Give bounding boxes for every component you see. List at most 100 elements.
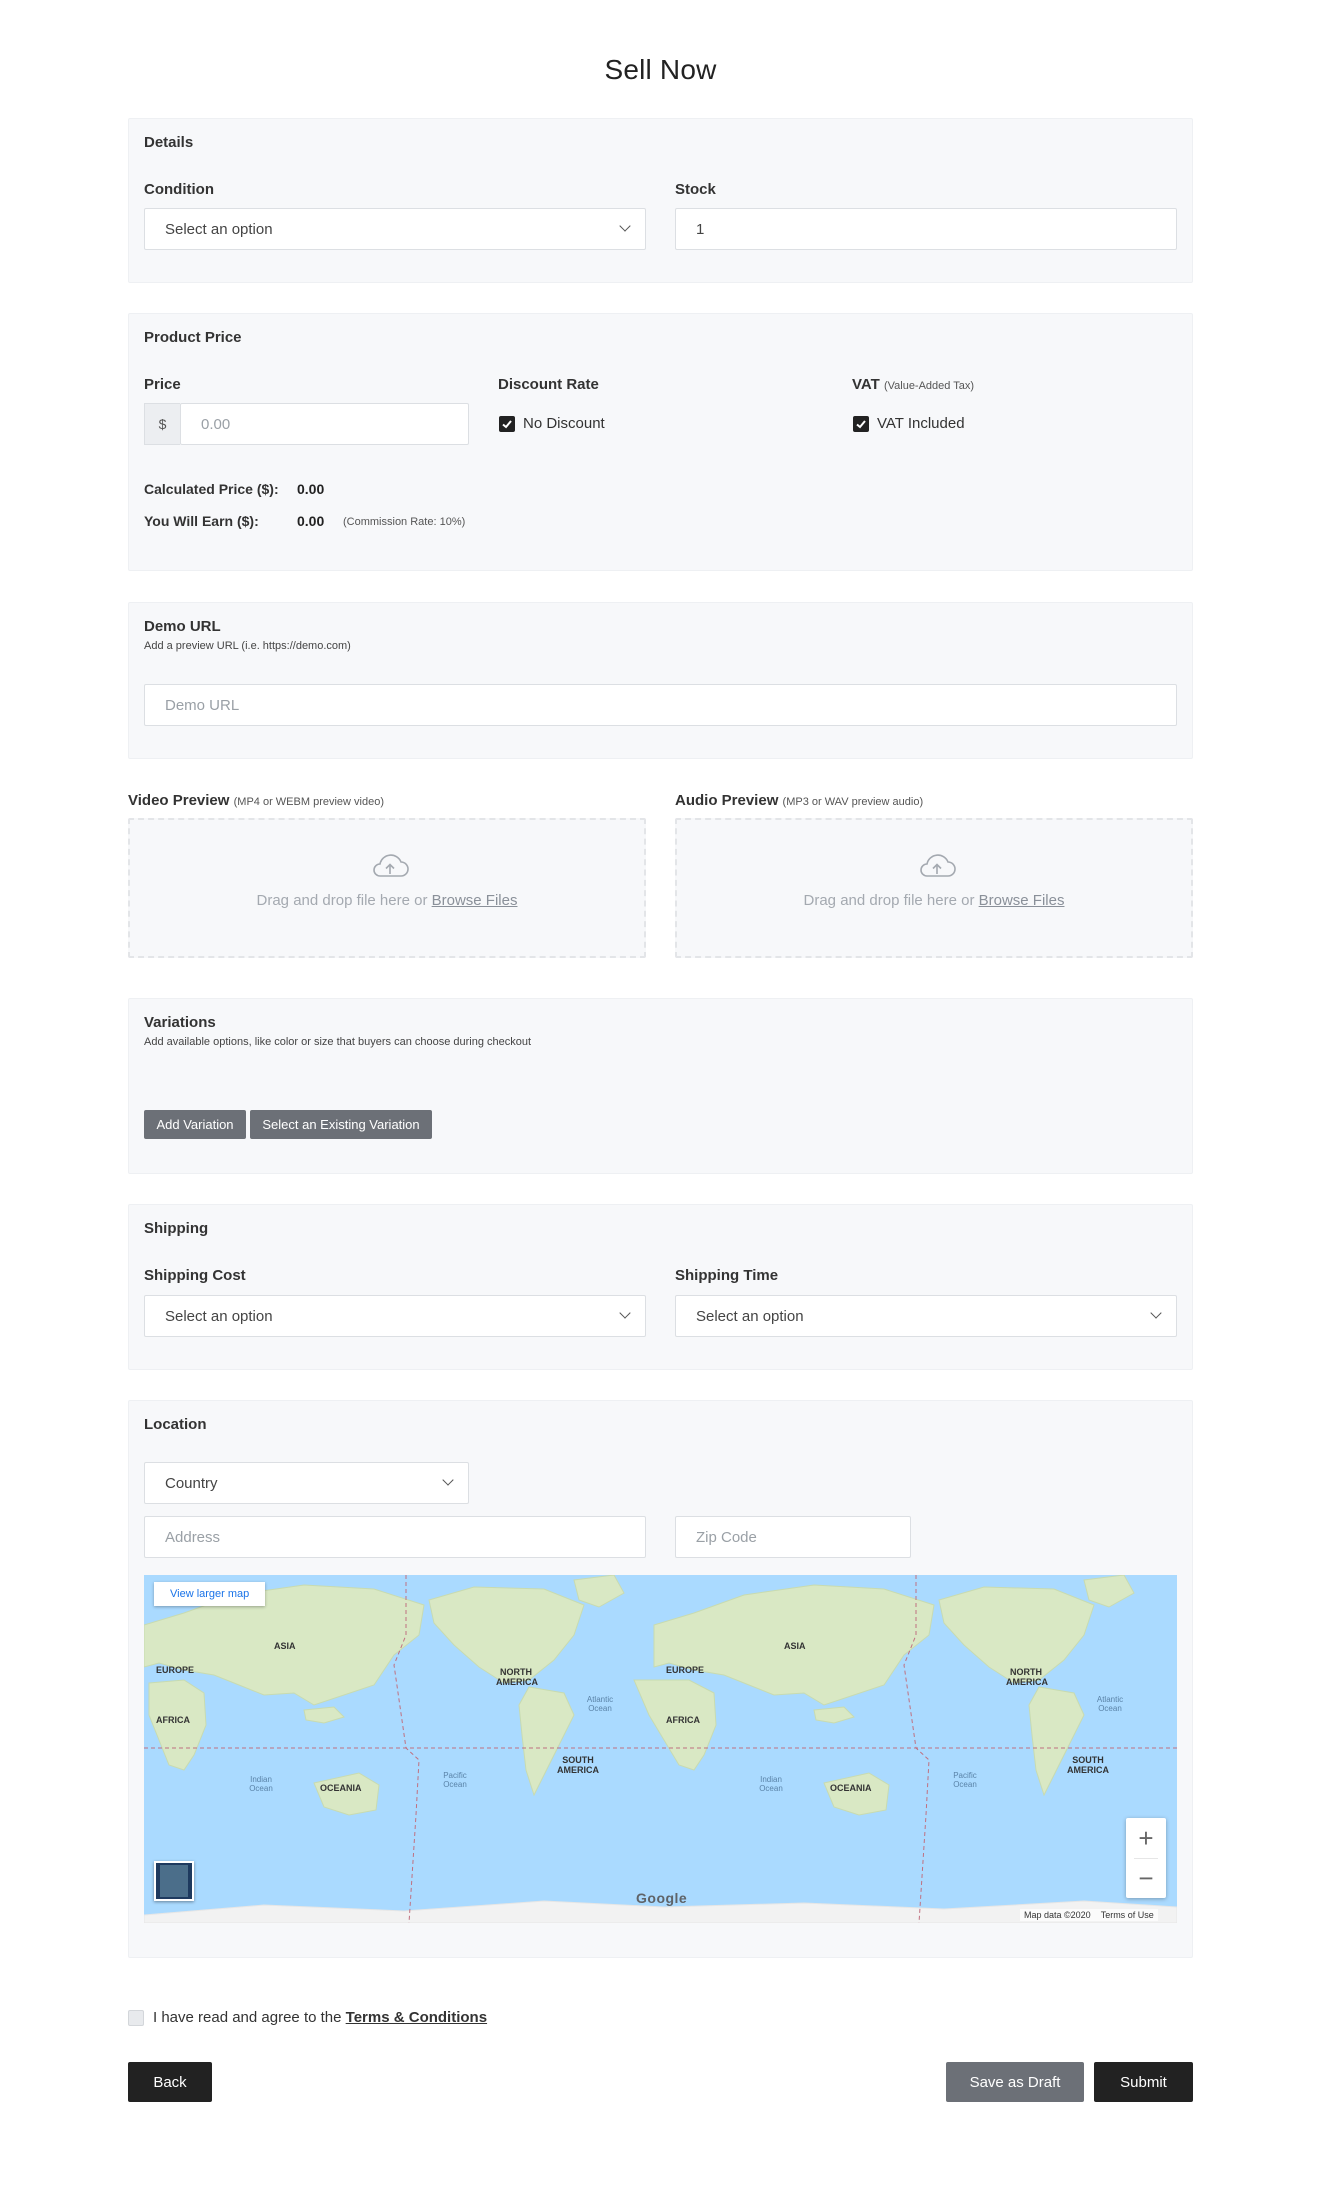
video-preview-note: (MP4 or WEBM preview video) — [233, 796, 384, 808]
ocean-label-atlantic: Atlantic Ocean — [1096, 1695, 1124, 1713]
currency-prefix: $ — [144, 403, 180, 445]
country-select[interactable]: Country — [144, 1462, 469, 1504]
shipping-card — [128, 1204, 1193, 1370]
cloud-upload-icon — [370, 852, 410, 885]
video-dropzone[interactable]: Drag and drop file here or Browse Files — [128, 818, 646, 958]
map-label-asia: ASIA — [784, 1641, 806, 1651]
shipping-time-select[interactable]: Select an option — [675, 1295, 1177, 1337]
map-label-oceania: OCEANIA — [830, 1783, 872, 1793]
video-drop-instruction: Drag and drop file here or — [256, 892, 432, 909]
terms-checkbox[interactable] — [128, 2009, 144, 2026]
chevron-down-icon — [442, 1474, 454, 1486]
terms-label: I have read and agree to the — [153, 2009, 346, 2026]
vat-label: VAT (Value-Added Tax) — [852, 376, 974, 393]
page-title: Sell Now — [604, 54, 717, 85]
condition-label: Condition — [144, 181, 214, 198]
stock-input-value: 1 — [696, 220, 705, 238]
calculated-price-value: 0.00 — [297, 481, 325, 497]
demo-url-placeholder: Demo URL — [165, 696, 240, 714]
map-label-oceania: OCEANIA — [320, 1783, 362, 1793]
audio-drop-instruction: Drag and drop file here or — [803, 892, 979, 909]
map-label-north-america: NORTH AMERICA — [1006, 1667, 1048, 1687]
discount-rate-label: Discount Rate — [498, 376, 599, 393]
map-label-north-america: NORTH AMERICA — [496, 1667, 538, 1687]
calculated-price-label: Calculated Price ($): — [144, 481, 279, 497]
shipping-cost-value: Select an option — [165, 1307, 273, 1325]
details-title: Details — [144, 134, 194, 151]
audio-drop-text: Drag and drop file here or Browse Files — [677, 892, 1191, 909]
zoom-out-button[interactable]: − — [1126, 1858, 1166, 1898]
earn-value: 0.00 — [297, 513, 325, 529]
audio-browse-files-link[interactable]: Browse Files — [979, 892, 1065, 909]
map-attribution: Map data ©2020 Terms of Use — [1020, 1909, 1158, 1921]
map-label-south-america: SOUTH AMERICA — [557, 1755, 599, 1775]
condition-select-value: Select an option — [165, 220, 273, 238]
vat-included-checkbox[interactable]: VAT Included — [853, 415, 965, 432]
chevron-down-icon — [1150, 1307, 1162, 1319]
map-label-south-america: SOUTH AMERICA — [1067, 1755, 1109, 1775]
map-label-europe: EUROPE — [156, 1665, 195, 1675]
checkbox-checked-icon — [499, 415, 515, 432]
price-input[interactable]: 0.00 — [180, 403, 469, 445]
add-variation-button[interactable]: Add Variation — [144, 1110, 246, 1139]
google-logo: Google — [636, 1890, 688, 1906]
demo-url-hint: Add a preview URL (i.e. https://demo.com… — [144, 640, 351, 652]
vat-label-text: VAT — [852, 376, 880, 393]
map-label-africa: AFRICA — [666, 1715, 700, 1725]
ocean-label-atlantic: Atlantic Ocean — [586, 1695, 614, 1713]
zoom-controls: + − — [1126, 1818, 1166, 1898]
ocean-label-indian: Indian Ocean — [249, 1775, 273, 1793]
ocean-label-pacific: Pacific Ocean — [953, 1771, 977, 1789]
audio-preview-label: Audio Preview (MP3 or WAV preview audio) — [675, 792, 923, 809]
country-select-value: Country — [165, 1474, 218, 1492]
video-browse-files-link[interactable]: Browse Files — [432, 892, 518, 909]
save-draft-button[interactable]: Save as Draft — [946, 2062, 1084, 2102]
demo-url-card — [128, 602, 1193, 759]
terms-conditions-link[interactable]: Terms & Conditions — [346, 2009, 487, 2026]
back-button[interactable]: Back — [128, 2062, 212, 2102]
shipping-cost-label: Shipping Cost — [144, 1267, 246, 1284]
address-placeholder: Address — [165, 1528, 221, 1546]
variations-card — [128, 998, 1193, 1174]
map-label-europe: EUROPE — [666, 1665, 705, 1675]
location-title: Location — [144, 1416, 207, 1433]
zip-code-input[interactable]: Zip Code — [675, 1516, 911, 1558]
product-price-title: Product Price — [144, 329, 242, 346]
world-map-graphic — [144, 1575, 1177, 1923]
price-input-placeholder: 0.00 — [201, 415, 231, 433]
shipping-cost-select[interactable]: Select an option — [144, 1295, 646, 1337]
terms-text: I have read and agree to the Terms & Con… — [153, 2009, 487, 2026]
chevron-down-icon — [619, 220, 631, 232]
no-discount-checkbox[interactable]: No Discount — [499, 415, 605, 432]
stock-input[interactable]: 1 — [675, 208, 1177, 250]
earn-label: You Will Earn ($): — [144, 513, 259, 529]
audio-preview-note: (MP3 or WAV preview audio) — [782, 796, 924, 808]
price-label: Price — [144, 376, 181, 393]
zip-code-placeholder: Zip Code — [696, 1528, 757, 1546]
ocean-label-indian: Indian Ocean — [759, 1775, 783, 1793]
map-label-asia: ASIA — [274, 1641, 296, 1651]
submit-button[interactable]: Submit — [1094, 2062, 1193, 2102]
audio-preview-label-text: Audio Preview — [675, 792, 779, 809]
terms-agreement[interactable]: I have read and agree to the Terms & Con… — [128, 2009, 487, 2026]
satellite-thumbnail — [160, 1865, 188, 1897]
chevron-down-icon — [619, 1307, 631, 1319]
location-map[interactable]: ASIA EUROPE AFRICA OCEANIA NORTH AMERICA… — [144, 1575, 1177, 1923]
vat-included-label: VAT Included — [877, 415, 965, 432]
audio-dropzone[interactable]: Drag and drop file here or Browse Files — [675, 818, 1193, 958]
video-drop-text: Drag and drop file here or Browse Files — [130, 892, 644, 909]
map-satellite-toggle[interactable] — [154, 1861, 194, 1901]
select-existing-variation-button[interactable]: Select an Existing Variation — [250, 1110, 432, 1139]
condition-select[interactable]: Select an option — [144, 208, 646, 250]
cloud-upload-icon — [917, 852, 957, 885]
demo-url-title: Demo URL — [144, 618, 221, 635]
map-label-africa: AFRICA — [156, 1715, 190, 1725]
zoom-in-button[interactable]: + — [1126, 1818, 1166, 1858]
variations-hint: Add available options, like color or siz… — [144, 1036, 532, 1048]
vat-note: (Value-Added Tax) — [883, 380, 975, 392]
shipping-title: Shipping — [144, 1220, 209, 1237]
terms-of-use-link[interactable]: Terms of Use — [1101, 1910, 1154, 1920]
demo-url-input[interactable]: Demo URL — [144, 684, 1177, 726]
address-input[interactable]: Address — [144, 1516, 646, 1558]
view-larger-map-link[interactable]: View larger map — [154, 1582, 266, 1606]
